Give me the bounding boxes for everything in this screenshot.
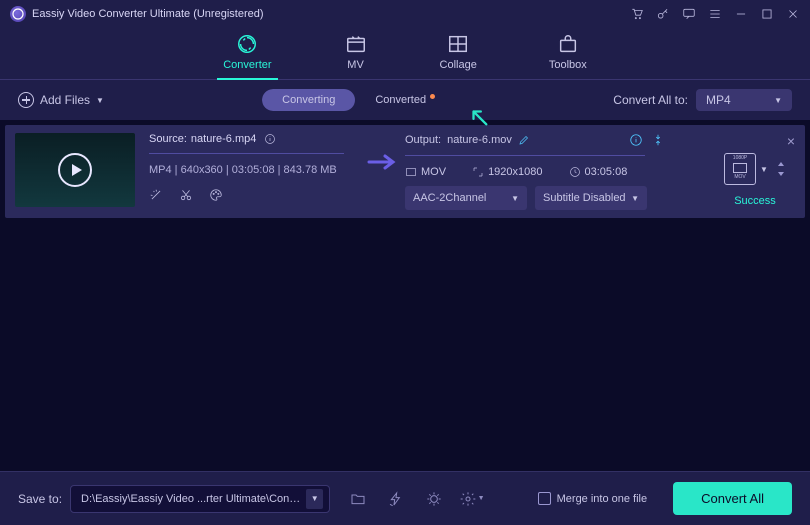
source-column: Source: nature-6.mp4 MP4 | 640x360 | 03:… — [149, 133, 359, 202]
chevron-down-icon: ▼ — [774, 96, 782, 105]
app-title: Eassiy Video Converter Ultimate (Unregis… — [32, 8, 264, 20]
divider — [405, 155, 645, 156]
feedback-icon[interactable] — [682, 7, 696, 21]
merge-label: Merge into one file — [557, 493, 648, 505]
nav-mv[interactable]: MV — [338, 29, 374, 79]
info-circle-icon[interactable] — [629, 133, 643, 147]
output-filename: nature-6.mov — [447, 134, 512, 146]
chevron-down-icon: ▼ — [306, 489, 323, 509]
settings-button[interactable]: ▼ — [458, 485, 486, 513]
titlebar: Eassiy Video Converter Ultimate (Unregis… — [0, 0, 810, 28]
output-label: Output: — [405, 134, 441, 146]
divider — [149, 153, 344, 154]
chevron-down-icon: ▼ — [760, 165, 768, 174]
logo-icon — [10, 6, 26, 22]
edit-icon[interactable] — [518, 134, 530, 146]
nav-converter-label: Converter — [223, 59, 271, 71]
maximize-icon[interactable] — [760, 7, 774, 21]
app-logo-icon — [10, 6, 26, 22]
convert-all-to-label: Convert All to: — [613, 93, 688, 107]
subtitle-dropdown[interactable]: Subtitle Disabled▼ — [535, 186, 647, 210]
checkbox-icon — [538, 492, 551, 505]
gpu-accel-button[interactable] — [382, 485, 410, 513]
high-speed-button[interactable] — [420, 485, 448, 513]
minimize-icon[interactable] — [734, 7, 748, 21]
cut-icon[interactable] — [179, 188, 193, 202]
palette-icon[interactable] — [209, 188, 223, 202]
subbar: Add Files ▼ Converting Converted Convert… — [0, 80, 810, 120]
menu-icon[interactable] — [708, 7, 722, 21]
arrow-column — [359, 133, 405, 171]
play-icon — [58, 153, 92, 187]
video-thumbnail[interactable] — [15, 133, 135, 207]
remove-item-button[interactable]: × — [787, 133, 795, 149]
nav-converter[interactable]: Converter — [217, 29, 277, 79]
nav-collage[interactable]: Collage — [434, 29, 483, 79]
nav-toolbox-label: Toolbox — [549, 59, 587, 71]
status-text: Success — [734, 195, 776, 207]
output-resolution: 1920x1080 — [472, 166, 542, 178]
plus-icon — [18, 92, 34, 108]
tab-converted[interactable]: Converted — [355, 89, 455, 111]
add-files-button[interactable]: Add Files ▼ — [18, 92, 104, 108]
file-item: Source: nature-6.mp4 MP4 | 640x360 | 03:… — [5, 125, 805, 218]
star-wand-icon[interactable] — [149, 188, 163, 202]
open-folder-button[interactable] — [344, 485, 372, 513]
save-path-value: D:\Eassiy\Eassiy Video ...rter Ultimate\… — [81, 493, 302, 505]
output-format: MOV — [405, 166, 446, 178]
cart-icon[interactable] — [630, 7, 644, 21]
save-to-label: Save to: — [18, 492, 62, 506]
item-right-column: × 1080P MOV ▼ Success — [715, 133, 795, 207]
add-files-label: Add Files — [40, 93, 90, 107]
format-value: MP4 — [706, 93, 731, 107]
merge-checkbox[interactable]: Merge into one file — [538, 492, 648, 505]
nav-collage-label: Collage — [440, 59, 477, 71]
audio-dropdown[interactable]: AAC-2Channel▼ — [405, 186, 527, 210]
key-icon[interactable] — [656, 7, 670, 21]
tab-converting[interactable]: Converting — [262, 89, 355, 111]
convert-all-button[interactable]: Convert All — [673, 482, 792, 515]
source-label: Source: — [149, 133, 187, 145]
status-tabs: Converting Converted — [262, 89, 455, 111]
nav-mv-label: MV — [347, 59, 364, 71]
close-icon[interactable] — [786, 7, 800, 21]
arrow-right-icon — [367, 153, 397, 171]
format-select[interactable]: MP4 ▼ — [696, 89, 792, 111]
chevron-down-icon: ▼ — [96, 96, 104, 105]
save-path-select[interactable]: D:\Eassiy\Eassiy Video ...rter Ultimate\… — [70, 485, 330, 513]
main-nav: Converter MV Collage Toolbox — [0, 28, 810, 80]
output-duration: 03:05:08 — [569, 166, 628, 178]
footer: Save to: D:\Eassiy\Eassiy Video ...rter … — [0, 471, 810, 525]
source-filename: nature-6.mp4 — [191, 133, 256, 145]
output-column: Output: nature-6.mov MOV 1920x1080 03:05… — [405, 133, 665, 210]
sort-icon[interactable] — [776, 160, 786, 178]
nav-toolbox[interactable]: Toolbox — [543, 29, 593, 79]
output-profile-button[interactable]: 1080P MOV ▼ — [724, 153, 786, 185]
compress-icon[interactable] — [651, 133, 665, 147]
info-icon[interactable] — [264, 133, 276, 145]
profile-icon: 1080P MOV — [724, 153, 756, 185]
source-meta: MP4 | 640x360 | 03:05:08 | 843.78 MB — [149, 164, 359, 176]
